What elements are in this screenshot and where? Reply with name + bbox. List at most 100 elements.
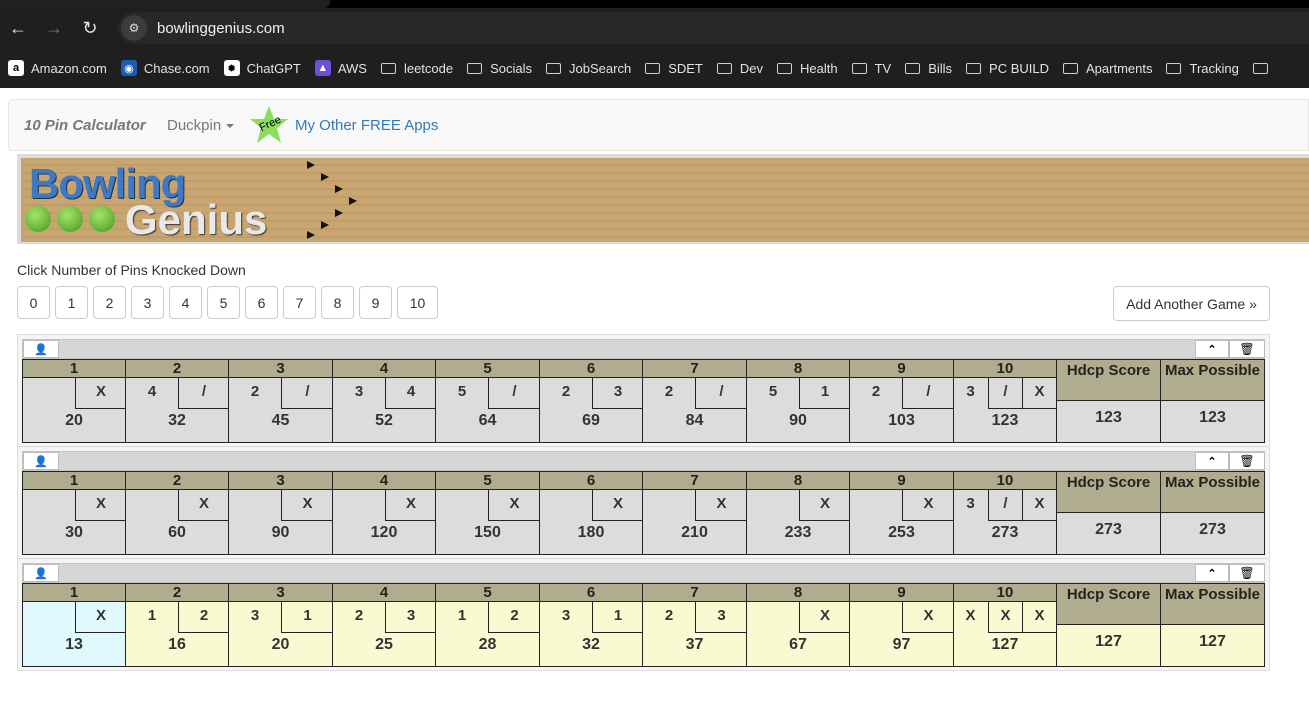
- roll-1: 3: [966, 495, 975, 512]
- frame-7[interactable]: 7 2 / 84: [643, 360, 747, 442]
- forward-arrow-icon[interactable]: →: [36, 8, 72, 48]
- bookmark-amazon-com[interactable]: a Amazon.com: [8, 60, 107, 76]
- frame-8[interactable]: 8 X 67: [747, 584, 850, 666]
- frame-4[interactable]: 4 X 120: [333, 472, 436, 554]
- user-icon[interactable]: 👤: [23, 564, 59, 582]
- frame-6[interactable]: 6 X 180: [540, 472, 643, 554]
- frame-3[interactable]: 3 3 1 20: [229, 584, 333, 666]
- frame-2[interactable]: 2 1 2 16: [126, 584, 229, 666]
- pin-button-8[interactable]: 8: [321, 286, 354, 319]
- frame-5[interactable]: 5 1 2 28: [436, 584, 540, 666]
- user-icon[interactable]: 👤: [23, 452, 59, 470]
- bookmark-tv[interactable]: TV: [851, 61, 891, 76]
- frame-6[interactable]: 6 2 3 69: [540, 360, 643, 442]
- bookmark-tracking[interactable]: Tracking: [1166, 61, 1239, 76]
- game-scorecard: 👤 ⌃ 🗑 1 X 20 2 4/32 3 2/45 4 3 4 52 5 5/64 6 2 3 69 7 2/84 8 5 1…: [17, 334, 1270, 447]
- bookmark-health[interactable]: Health: [776, 61, 838, 76]
- frame-4[interactable]: 4 2 3 25: [333, 584, 436, 666]
- frame-6[interactable]: 6 3 1 32: [540, 584, 643, 666]
- frame-10[interactable]: 10 3 /X 123: [954, 360, 1057, 442]
- frame-number: 2: [126, 584, 228, 602]
- frame-body: 2 3 69: [540, 378, 643, 442]
- frame-5[interactable]: 5 5/64: [436, 360, 540, 442]
- bookmark-apartments[interactable]: Apartments: [1063, 61, 1152, 76]
- trash-icon[interactable]: 🗑: [1229, 564, 1265, 582]
- frame-9[interactable]: 9 X 97: [850, 584, 954, 666]
- frame-1[interactable]: 1 X 20: [23, 360, 126, 442]
- reload-icon[interactable]: ↻: [72, 8, 108, 48]
- chevron-up-icon[interactable]: ⌃: [1195, 564, 1229, 582]
- folder-icon[interactable]: [1252, 62, 1268, 74]
- active-tab[interactable]: [0, 0, 330, 8]
- pin-button-9[interactable]: 9: [359, 286, 392, 319]
- pin-button-3[interactable]: 3: [131, 286, 164, 319]
- roll-1: [747, 490, 799, 521]
- frame-total: 13: [65, 636, 83, 653]
- frame-10[interactable]: 10 3 /X 273: [954, 472, 1057, 554]
- other-apps-link[interactable]: My Other FREE Apps: [295, 117, 438, 134]
- hdcp-score-header: Hdcp Score: [1057, 360, 1160, 401]
- brand-link[interactable]: 10 Pin Calculator: [24, 117, 146, 134]
- chevron-up-icon[interactable]: ⌃: [1195, 452, 1229, 470]
- frame-3[interactable]: 3 X 90: [229, 472, 333, 554]
- bookmark-aws[interactable]: ▲ AWS: [314, 60, 367, 76]
- frame-9[interactable]: 9 X 253: [850, 472, 954, 554]
- pin-button-10[interactable]: 10: [397, 286, 438, 319]
- frame-number: 10: [954, 584, 1056, 602]
- roll-2: X: [178, 490, 229, 521]
- pin-button-5[interactable]: 5: [207, 286, 240, 319]
- frame-1[interactable]: 1 X 13: [23, 584, 126, 666]
- user-icon[interactable]: 👤: [23, 340, 59, 358]
- game-scorecard: 👤 ⌃ 🗑 1 X 30 2 X 60 3 X 90 4 X 120 5 X 150 6 X 180 7 X 210 8 X 233…: [17, 446, 1270, 559]
- bookmark-chase-com[interactable]: ◉ Chase.com: [120, 60, 210, 76]
- game-toolbar: 👤 ⌃ 🗑: [22, 563, 1265, 583]
- frame-8[interactable]: 8 5 1 90: [747, 360, 850, 442]
- trash-icon[interactable]: 🗑: [1229, 452, 1265, 470]
- pin-button-1[interactable]: 1: [55, 286, 88, 319]
- duckpin-dropdown[interactable]: Duckpin: [167, 117, 235, 134]
- bookmark-dev[interactable]: Dev: [716, 61, 763, 76]
- pin-button-4[interactable]: 4: [169, 286, 202, 319]
- frame-body: X 20: [23, 378, 126, 442]
- frame-10[interactable]: 10 X X X 127: [954, 584, 1057, 666]
- frame-4[interactable]: 4 3 4 52: [333, 360, 436, 442]
- pin-button-6[interactable]: 6: [245, 286, 278, 319]
- bookmark-chatgpt[interactable]: ✹ ChatGPT: [223, 60, 301, 76]
- address-bar[interactable]: ⚙ bowlinggenius.com: [118, 12, 1309, 44]
- frame-3[interactable]: 3 2 / 45: [229, 360, 333, 442]
- frame-body: 2 / 84: [643, 378, 747, 442]
- frame-7[interactable]: 7 2 3 37: [643, 584, 747, 666]
- add-game-button[interactable]: Add Another Game »: [1113, 286, 1270, 321]
- frame-total: 103: [888, 412, 915, 429]
- frame-5[interactable]: 5 X 150: [436, 472, 540, 554]
- hdcp-score-header: Hdcp Score: [1057, 584, 1160, 625]
- frame-total: 84: [685, 412, 704, 429]
- frame-1[interactable]: 1 X 30: [23, 472, 126, 554]
- back-arrow-icon[interactable]: ←: [0, 8, 36, 48]
- frame-2[interactable]: 2 4 / 32: [126, 360, 229, 442]
- pin-button-0[interactable]: 0: [17, 286, 50, 319]
- bookmark-leetcode[interactable]: leetcode: [380, 61, 453, 76]
- frame-8[interactable]: 8 X 233: [747, 472, 850, 554]
- chevron-up-icon[interactable]: ⌃: [1195, 340, 1229, 358]
- frame-7[interactable]: 7 X 210: [643, 472, 747, 554]
- frame-2[interactable]: 2 X 60: [126, 472, 229, 554]
- pin-button-7[interactable]: 7: [283, 286, 316, 319]
- frame-number: 3: [229, 360, 332, 378]
- roll-1: 3: [354, 383, 364, 400]
- site-info-icon[interactable]: ⚙: [121, 15, 147, 41]
- instructions-text: Click Number of Pins Knocked Down: [17, 262, 246, 278]
- bookmark-socials[interactable]: Socials: [467, 61, 532, 76]
- url-text[interactable]: bowlinggenius.com: [157, 20, 285, 37]
- frame-9[interactable]: 9 2 / 103: [850, 360, 954, 442]
- bookmark-jobsearch[interactable]: JobSearch: [546, 61, 631, 76]
- bookmark-sdet[interactable]: SDET: [645, 61, 703, 76]
- bookmark-pc-build[interactable]: PC BUILD: [966, 61, 1049, 76]
- frame-total: 150: [474, 524, 501, 541]
- trash-icon[interactable]: 🗑: [1229, 340, 1265, 358]
- frame-number: 9: [850, 472, 953, 490]
- bookmark-bills[interactable]: Bills: [905, 61, 952, 76]
- pin-button-2[interactable]: 2: [93, 286, 126, 319]
- max-possible-header: Max Possible: [1161, 472, 1264, 513]
- roll-2: X: [281, 490, 333, 521]
